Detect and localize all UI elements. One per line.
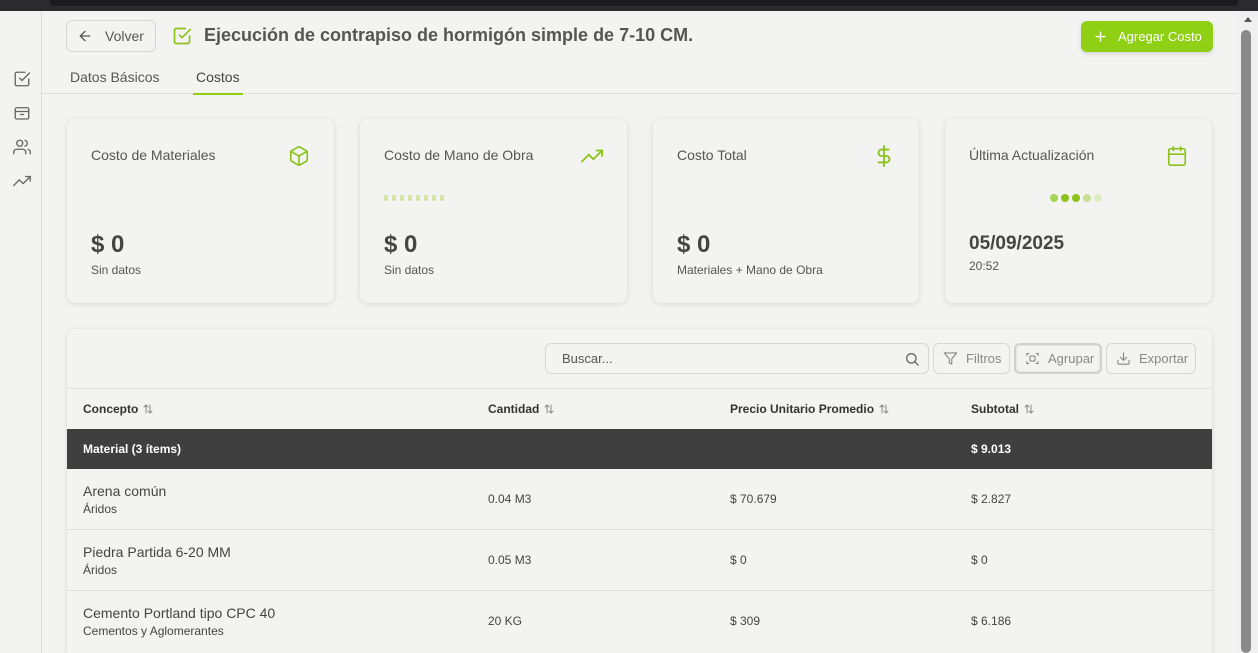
- export-label: Exportar: [1139, 351, 1189, 366]
- update-time: 20:52: [969, 259, 1000, 273]
- search-box[interactable]: [545, 343, 929, 374]
- row-name: Arena común: [83, 483, 167, 499]
- calendar-icon: [1166, 145, 1188, 167]
- row-name: Cemento Portland tipo CPC 40: [83, 605, 276, 621]
- box-icon: [288, 145, 310, 167]
- scroll-up-arrow[interactable]: [1244, 17, 1252, 22]
- package-icon[interactable]: [13, 104, 31, 122]
- search-icon[interactable]: [904, 351, 920, 367]
- group-button[interactable]: Agrupar: [1014, 343, 1102, 374]
- row-subtotal: $ 0: [971, 553, 988, 567]
- table-row[interactable]: Arena común Áridos 0.04 M3 $ 70.679 $ 2.…: [67, 469, 1212, 530]
- filters-label: Filtros: [966, 351, 1002, 366]
- download-icon: [1117, 352, 1130, 365]
- add-cost-label: Agregar Costo: [1118, 29, 1202, 44]
- card-value: $ 0: [91, 231, 125, 258]
- sort-icon: [879, 404, 889, 414]
- browser-top-bar: [0, 0, 1258, 11]
- column-header-concepto[interactable]: Concepto: [83, 402, 154, 416]
- column-header-subtotal[interactable]: Subtotal: [971, 402, 1035, 416]
- loading-indicator: [384, 195, 444, 201]
- sort-icon: [1024, 404, 1034, 414]
- arrow-left-icon: [79, 30, 91, 42]
- row-category: Áridos: [83, 563, 118, 577]
- tab-costos[interactable]: Costos: [193, 69, 243, 95]
- card-value: $ 0: [677, 231, 711, 258]
- sidebar: [0, 11, 42, 653]
- row-category: Áridos: [83, 502, 118, 516]
- table-header: Concepto Cantidad Precio Unitario Promed…: [67, 388, 1212, 429]
- row-category: Cementos y Aglomerantes: [83, 624, 224, 638]
- window-frame: [50, 0, 1238, 6]
- column-header-cantidad[interactable]: Cantidad: [488, 402, 555, 416]
- scrollbar-thumb[interactable]: [1241, 30, 1251, 653]
- card-subtext: Sin datos: [91, 263, 142, 277]
- app-window: Volver Ejecución de contrapiso de hormig…: [0, 11, 1238, 653]
- filter-icon: [943, 352, 958, 365]
- card-label: Última Actualización: [969, 147, 1095, 163]
- plus-icon: [1095, 31, 1106, 42]
- dollar-icon: [873, 145, 895, 167]
- sort-icon: [544, 404, 554, 414]
- row-name: Piedra Partida 6-20 MM: [83, 544, 231, 560]
- costs-table-panel: Filtros Agrupar Exportar Concepto Cantid…: [67, 329, 1212, 653]
- card-label: Costo Total: [677, 147, 747, 163]
- main-content: Volver Ejecución de contrapiso de hormig…: [42, 11, 1238, 653]
- group-label: Material (3 ítems): [83, 442, 182, 456]
- users-icon[interactable]: [13, 138, 31, 156]
- search-input[interactable]: [546, 344, 896, 373]
- card-label: Costo de Mano de Obra: [384, 147, 534, 163]
- row-quantity: 0.04 M3: [488, 492, 532, 506]
- total-cost-card: Costo Total $ 0 Materiales + Mano de Obr…: [653, 119, 919, 303]
- card-value: $ 0: [384, 231, 418, 258]
- tab-bar: Datos Básicos Costos: [42, 61, 1238, 95]
- group-subtotal: $ 9.013: [971, 442, 1012, 456]
- card-subtext: Sin datos: [384, 263, 435, 277]
- sort-icon: [143, 404, 153, 414]
- row-unit-price: $ 70.679: [730, 492, 777, 506]
- group-row-material[interactable]: Material (3 ítems) $ 9.013: [67, 429, 1212, 469]
- column-header-precio-unitario[interactable]: Precio Unitario Promedio: [730, 402, 890, 416]
- group-label: Agrupar: [1048, 351, 1095, 366]
- filters-button[interactable]: Filtros: [933, 343, 1010, 374]
- group-icon: [1026, 352, 1039, 365]
- trending-up-icon: [581, 145, 603, 167]
- row-subtotal: $ 6.186: [971, 614, 1012, 628]
- page-title: Ejecución de contrapiso de hormigón simp…: [204, 25, 694, 45]
- back-button-label: Volver: [105, 28, 144, 44]
- row-subtotal: $ 2.827: [971, 492, 1012, 506]
- export-button[interactable]: Exportar: [1106, 343, 1196, 374]
- trending-icon[interactable]: [13, 172, 31, 190]
- row-unit-price: $ 309: [730, 614, 761, 628]
- row-quantity: 0.05 M3: [488, 553, 532, 567]
- last-update-card: Última Actualización 05/09/2025 20:52: [945, 119, 1212, 303]
- row-unit-price: $ 0: [730, 553, 747, 567]
- back-button[interactable]: Volver: [66, 20, 156, 52]
- vertical-scrollbar[interactable]: [1238, 11, 1258, 653]
- table-row[interactable]: Cemento Portland tipo CPC 40 Cementos y …: [67, 591, 1212, 652]
- checkbox-icon[interactable]: [13, 70, 31, 88]
- card-label: Costo de Materiales: [91, 147, 216, 163]
- loading-dots: [1050, 194, 1102, 202]
- card-subtext: Materiales + Mano de Obra: [677, 263, 823, 277]
- add-cost-button[interactable]: Agregar Costo: [1081, 21, 1213, 52]
- checkbox-icon: [172, 26, 192, 46]
- tab-datos-basicos[interactable]: Datos Básicos: [70, 69, 159, 93]
- materials-cost-card: Costo de Materiales $ 0 Sin datos: [67, 119, 334, 303]
- update-date: 05/09/2025: [969, 233, 1065, 254]
- labor-cost-card: Costo de Mano de Obra $ 0 Sin datos: [360, 119, 627, 303]
- row-quantity: 20 KG: [488, 614, 523, 628]
- table-row[interactable]: Piedra Partida 6-20 MM Áridos 0.05 M3 $ …: [67, 530, 1212, 591]
